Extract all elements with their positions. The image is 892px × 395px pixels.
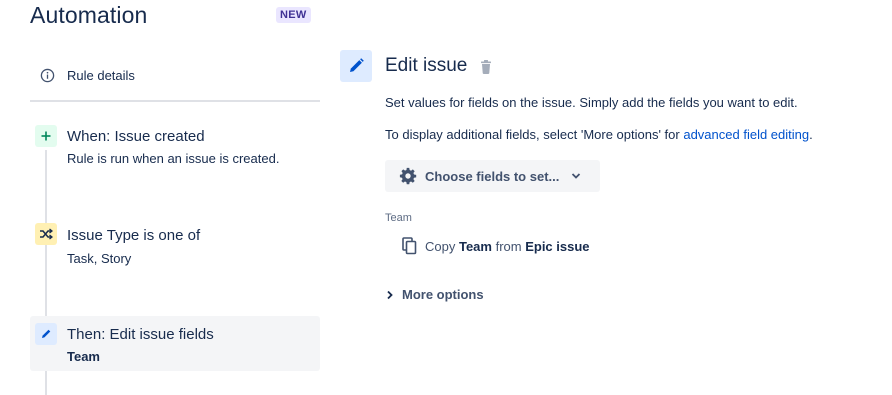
action-title: Edit issue xyxy=(385,55,468,76)
pencil-icon xyxy=(340,50,372,82)
copy-text: Copy Team from Epic issue xyxy=(425,238,590,254)
step-action[interactable]: Then: Edit issue fields Team xyxy=(30,316,320,371)
description-suffix: . xyxy=(809,127,813,142)
copy-icon xyxy=(402,237,417,255)
choose-fields-button[interactable]: Choose fields to set... xyxy=(385,160,600,192)
trash-icon[interactable] xyxy=(479,59,493,75)
info-icon xyxy=(40,68,55,83)
field-value: Copy Team from Epic issue xyxy=(402,237,590,255)
step-trigger[interactable]: When: Issue created Rule is run when an … xyxy=(30,120,320,180)
step-title: Issue Type is one of xyxy=(67,227,201,244)
step-title: When: Issue created xyxy=(67,128,205,145)
branch-icon xyxy=(35,223,57,245)
chevron-down-icon xyxy=(571,172,581,180)
plus-icon xyxy=(35,125,57,147)
advanced-field-editing-link[interactable]: advanced field editing xyxy=(683,127,809,142)
page-title: Automation xyxy=(30,2,148,28)
new-badge: NEW xyxy=(276,7,311,23)
more-options-label: More options xyxy=(402,287,484,302)
description: Set values for fields on the issue. Simp… xyxy=(385,95,798,110)
step-condition[interactable]: Issue Type is one of Task, Story xyxy=(30,218,320,278)
advanced-description: To display additional fields, select 'Mo… xyxy=(385,127,813,142)
rule-details-label: Rule details xyxy=(67,68,135,83)
step-subtitle: Team xyxy=(67,349,100,364)
rule-details-link[interactable]: Rule details xyxy=(40,68,135,83)
step-subtitle: Task, Story xyxy=(67,251,132,266)
field-label: Team xyxy=(385,212,412,224)
choose-fields-label: Choose fields to set... xyxy=(425,168,560,184)
step-subtitle: Rule is run when an issue is created. xyxy=(67,151,280,166)
more-options-toggle[interactable]: More options xyxy=(386,287,484,302)
step-title: Then: Edit issue fields xyxy=(67,326,214,343)
gear-icon xyxy=(399,167,417,185)
pencil-icon xyxy=(35,323,57,345)
description-text: To display additional fields, select 'Mo… xyxy=(385,127,684,142)
chevron-right-icon xyxy=(386,290,394,300)
divider xyxy=(30,100,320,102)
